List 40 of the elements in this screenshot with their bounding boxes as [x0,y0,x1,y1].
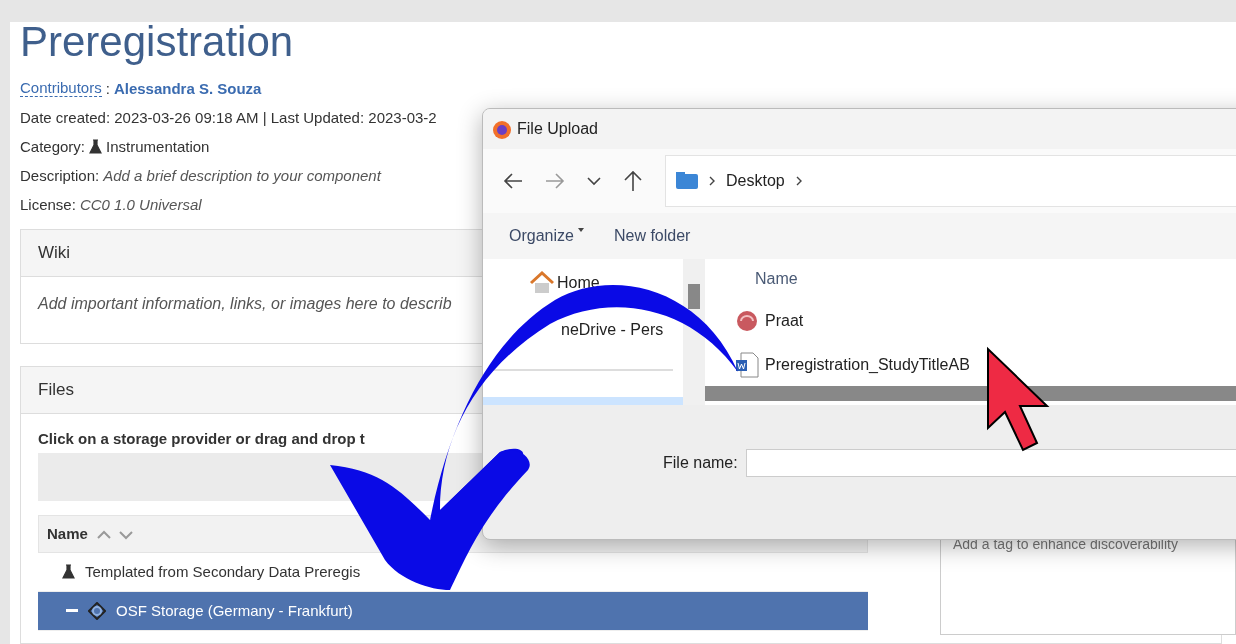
wiki-text: Add important information, links, or images here to describ [38,295,452,312]
date-text: Date created: 2023-03-26 09:18 AM | Last Updated: 2023-03-2 [20,108,437,128]
back-icon[interactable] [503,172,523,190]
forward-icon[interactable] [545,172,565,190]
folder-icon [676,172,698,190]
colon: : [105,79,110,99]
flask-icon [62,564,75,579]
file-name-label: File name: [663,453,738,473]
contributors-link[interactable]: Contributors [20,80,102,97]
file-item[interactable]: Praat [765,312,804,330]
category-label: Category: [20,137,86,157]
description-label: Description: [20,166,100,186]
horizontal-scrollbar[interactable] [705,386,1236,401]
home-icon [529,271,555,295]
caret-icon [577,227,584,233]
file-tree-row[interactable]: OSF Storage (Germany - Frankfurt) [38,591,868,631]
file-name-field[interactable] [745,449,1236,477]
navigation-item[interactable]: neDrive - Pers [483,321,683,339]
minus-icon [66,608,78,613]
app-icon [735,309,759,333]
files-hint: Click on a storage provider or drag and drop t [38,429,366,447]
license-label: License: [20,195,76,215]
address-bar[interactable]: Desktop [665,155,1236,207]
up-arrow-icon[interactable] [623,170,643,192]
word-document-icon [735,352,759,378]
breadcrumb-item[interactable]: Desktop [726,172,785,190]
new-folder-button[interactable]: New folder [613,227,691,245]
browser-icon [491,118,513,140]
dialog-title: File Upload [517,120,598,138]
chevron-right-icon [708,175,716,187]
flask-icon [89,139,103,154]
organize-menu[interactable]: Organize [509,227,584,245]
description-value[interactable]: Add a brief description to your component [103,161,381,190]
storage-icon [88,601,106,620]
license-value: CC0 1.0 Universal [79,195,202,215]
contributor-name[interactable]: Alessandra S. Souza [113,74,262,103]
chevron-down-icon[interactable] [587,176,601,186]
page-title: Preregistration [20,17,295,67]
category-value: Instrumentation [106,137,210,157]
chevron-right-icon [794,175,803,187]
